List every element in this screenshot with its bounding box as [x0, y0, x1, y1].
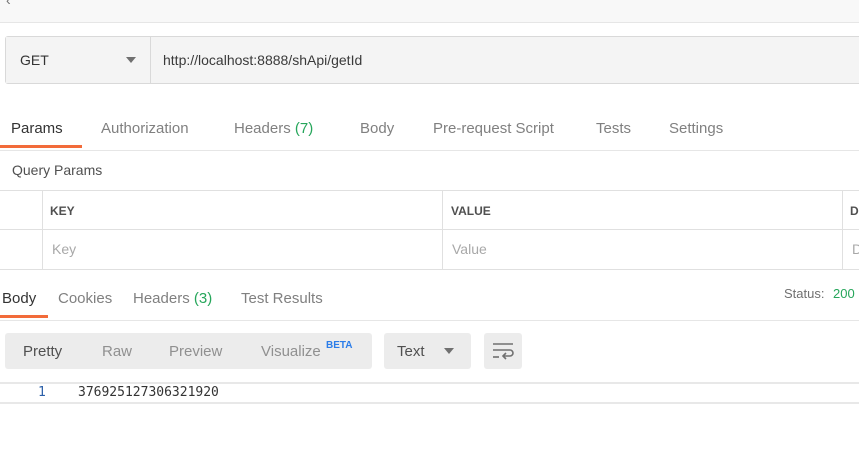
active-tab-indicator — [0, 145, 82, 148]
view-mode-group: Pretty Raw Preview Visualize BETA — [5, 333, 372, 369]
headers-count: (7) — [294, 120, 314, 137]
line-number: 1 — [38, 385, 46, 400]
tab-response-body[interactable]: Body — [2, 290, 36, 307]
status-code: 200 — [833, 286, 855, 301]
active-tab-indicator — [0, 315, 48, 318]
column-key: KEY — [50, 204, 75, 218]
tab-headers-label: Headers — [234, 120, 291, 137]
value-input[interactable]: Value — [452, 241, 487, 257]
column-divider — [842, 191, 843, 269]
tab-headers[interactable]: Headers (7) — [234, 120, 313, 137]
tab-pre-request-script[interactable]: Pre-request Script — [433, 120, 554, 137]
visualize-button[interactable]: Visualize — [261, 343, 321, 360]
status-label: Status: — [784, 286, 825, 301]
wrap-lines-icon — [493, 343, 514, 360]
tab-response-headers[interactable]: Headers (3) — [133, 290, 212, 307]
column-divider — [42, 191, 43, 269]
method-select[interactable]: GET — [6, 37, 151, 83]
request-tabs: Params Authorization Headers (7) Body Pr… — [0, 108, 859, 151]
url-bar: GET http://localhost:8888/shApi/getId — [5, 36, 859, 84]
preview-button[interactable]: Preview — [169, 343, 222, 360]
params-table: KEY VALUE D Key Value D — [0, 190, 859, 270]
tab-authorization[interactable]: Authorization — [101, 120, 189, 137]
pretty-button[interactable]: Pretty — [23, 343, 62, 360]
column-value: VALUE — [451, 204, 491, 218]
beta-badge: BETA — [326, 340, 353, 351]
back-arrow-icon[interactable]: ‹ — [6, 0, 11, 8]
column-description: D — [850, 204, 859, 218]
description-input[interactable]: D — [852, 241, 859, 257]
column-divider — [442, 191, 443, 269]
request-title-bar: ‹ — [0, 0, 859, 23]
format-select[interactable]: Text — [384, 333, 471, 369]
key-input[interactable]: Key — [52, 241, 76, 257]
tab-tests[interactable]: Tests — [596, 120, 631, 137]
tab-params[interactable]: Params — [11, 120, 63, 137]
chevron-down-icon — [126, 57, 136, 63]
tab-settings[interactable]: Settings — [669, 120, 723, 137]
raw-button[interactable]: Raw — [102, 343, 132, 360]
response-body-editor[interactable]: 1 376925127306321920 — [0, 382, 859, 404]
tab-test-results[interactable]: Test Results — [241, 290, 323, 307]
response-headers-count: (3) — [193, 290, 213, 307]
tab-response-headers-label: Headers — [133, 290, 190, 307]
tab-body[interactable]: Body — [360, 120, 394, 137]
wrap-lines-button[interactable] — [484, 333, 522, 369]
response-tabs: Body Cookies Headers (3) Test Results St… — [0, 278, 859, 321]
format-label: Text — [397, 343, 425, 360]
params-header-row — [0, 191, 859, 230]
chevron-down-icon — [444, 348, 454, 354]
tab-cookies[interactable]: Cookies — [58, 290, 112, 307]
url-input[interactable]: http://localhost:8888/shApi/getId — [151, 37, 859, 83]
response-text: 376925127306321920 — [78, 385, 219, 400]
method-label: GET — [20, 52, 49, 68]
query-params-title: Query Params — [12, 162, 103, 178]
